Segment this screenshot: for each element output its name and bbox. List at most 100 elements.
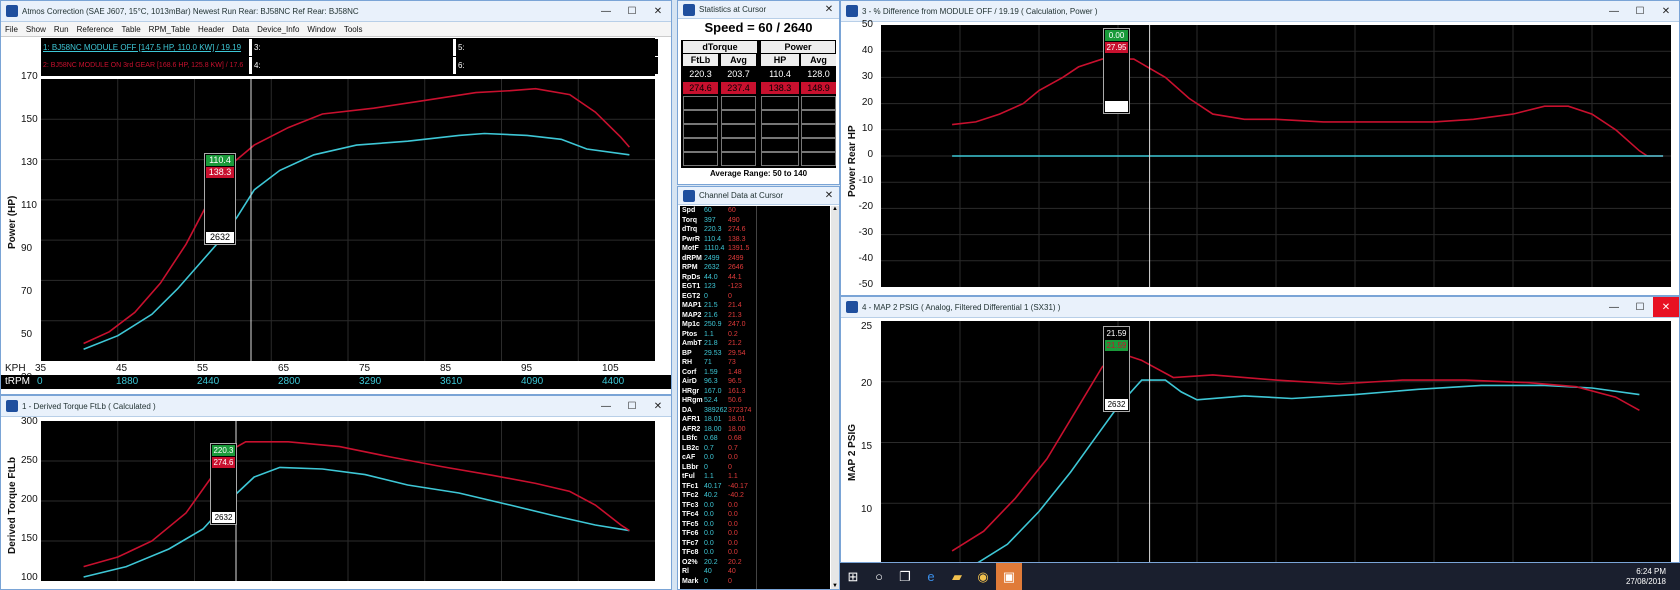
channel-data-titlebar[interactable]: Channel Data at Cursor ✕ [678,187,839,205]
channel-row[interactable]: MAP2 21.6 21.3 [680,311,830,320]
channel-row[interactable]: TFc8 0.0 0.0 [680,548,830,557]
difference-window-titlebar[interactable]: 3 - % Difference from MODULE OFF / 19.19… [841,1,1679,22]
channel-row[interactable]: EGT1 123 -123 [680,282,830,291]
legend-slot-6[interactable]: 6: [453,57,658,74]
channel-row[interactable]: PwrR 110.4 138.3 [680,235,830,244]
legend-slot-3[interactable]: 3: [249,39,450,56]
channel-row[interactable]: Mark 0 0 [680,577,830,586]
power-window-titlebar[interactable]: Atmos Correction (SAE J607, 15°C, 1013mB… [1,1,671,22]
menu-device-info[interactable]: Device_Info [257,25,299,34]
y-tick-label: 200 [21,494,38,505]
menu-data[interactable]: Data [232,25,249,34]
channel-row[interactable]: MAP1 21.5 21.4 [680,301,830,310]
channel-row[interactable]: TFc2 40.2 -40.2 [680,491,830,500]
close-button[interactable]: ✕ [1653,1,1679,21]
channel-row[interactable]: AFR2 18.00 18.00 [680,425,830,434]
channel-row[interactable]: HRgr 167.0 161.3 [680,387,830,396]
menu-window[interactable]: Window [307,25,335,34]
dyno-app-icon[interactable]: ▣ [996,563,1022,590]
power-plot[interactable] [41,79,655,361]
minimize-button[interactable]: — [593,1,619,21]
channel-row[interactable]: Ptos 1.1 0.2 [680,330,830,339]
channel-row[interactable]: EGT2 0 0 [680,292,830,301]
channel-row[interactable]: TFc7 0.0 0.0 [680,539,830,548]
close-button[interactable]: ✕ [645,396,671,416]
map2-plot[interactable] [881,321,1671,562]
difference-cursor-readout[interactable]: 0.00 27.95 [1103,28,1130,114]
channel-row[interactable]: DA 389262 372374 [680,406,830,415]
channel-value-run-1: 389262 [704,406,728,414]
menu-table[interactable]: Table [122,25,141,34]
legend-run-2[interactable]: 2: BJ58NC MODULE ON 3rd GEAR [168.6 HP, … [43,57,243,74]
legend-slot-4[interactable]: 4: [249,57,450,74]
close-button[interactable]: ✕ [1653,297,1679,317]
channel-row[interactable]: TFc1 40.17 -40.17 [680,482,830,491]
channel-row[interactable]: TFc3 0.0 0.0 [680,501,830,510]
minimize-button[interactable]: — [593,396,619,416]
torque-cursor-readout[interactable]: 220.3 274.6 2632 [210,443,237,525]
close-button[interactable]: ✕ [645,1,671,21]
close-button[interactable]: ✕ [819,187,839,204]
edge-browser-icon[interactable]: e [918,563,944,590]
menu-tools[interactable]: Tools [344,25,363,34]
difference-plot[interactable] [881,25,1671,287]
channel-row[interactable]: LBbr 0 0 [680,463,830,472]
channel-row[interactable]: LB2c 0.7 0.7 [680,444,830,453]
channel-row[interactable]: Rl 40 40 [680,567,830,576]
channel-row[interactable]: dTrq 220.3 274.6 [680,225,830,234]
task-view-icon[interactable]: ❐ [892,563,918,590]
scrollbar-up-arrow-icon[interactable]: ▲ [831,206,839,212]
power-cursor-readout[interactable]: 110.4 138.3 2632 [204,153,236,245]
start-windows-icon[interactable]: ⊞ [840,563,866,590]
maximize-button[interactable]: ☐ [1627,297,1653,317]
chrome-icon[interactable]: ◉ [970,563,996,590]
channel-row[interactable]: RH 71 73 [680,358,830,367]
torque-plot[interactable] [41,421,655,581]
scrollbar-down-arrow-icon[interactable]: ▼ [831,583,839,589]
menu-file[interactable]: File [5,25,18,34]
close-button[interactable]: ✕ [819,1,839,18]
vertical-scrollbar[interactable]: ▲ ▼ [831,206,839,589]
file-explorer-icon[interactable]: ▰ [944,563,970,590]
maximize-button[interactable]: ☐ [1627,1,1653,21]
channel-row[interactable]: TFc6 0.0 0.0 [680,529,830,538]
menu-run[interactable]: Run [54,25,69,34]
channel-row[interactable]: Spd 60 60 [680,206,830,215]
channel-row[interactable]: AmbT 21.8 21.2 [680,339,830,348]
menu-header[interactable]: Header [198,25,224,34]
channel-row[interactable]: MotF 1110.4 1391.5 [680,244,830,253]
channel-row[interactable]: RpDs 44.0 44.1 [680,273,830,282]
channel-row[interactable]: LBfc 0.68 0.68 [680,434,830,443]
channel-row[interactable]: dRPM 2499 2499 [680,254,830,263]
channel-row[interactable]: TFc5 0.0 0.0 [680,520,830,529]
channel-row[interactable]: RPM 2632 2646 [680,263,830,272]
channel-row[interactable]: cAF 0.0 0.0 [680,453,830,462]
minimize-button[interactable]: — [1601,1,1627,21]
channel-row[interactable]: Mp1c 250.9 247.0 [680,320,830,329]
channel-row[interactable]: Corf 1.59 1.48 [680,368,830,377]
maximize-button[interactable]: ☐ [619,396,645,416]
statistics-window-titlebar[interactable]: Statistics at Cursor ✕ [678,1,839,19]
channel-row[interactable]: HRgm 52.4 50.6 [680,396,830,405]
channel-name: MotF [682,245,699,252]
channel-row[interactable]: tFul 1.1 1.1 [680,472,830,481]
channel-row[interactable]: BP 29.53 29.54 [680,349,830,358]
map2-window-titlebar[interactable]: 4 - MAP 2 PSIG ( Analog, Filtered Differ… [841,297,1679,318]
menu-reference[interactable]: Reference [77,25,114,34]
channel-row[interactable]: TFc4 0.0 0.0 [680,510,830,519]
menu-show[interactable]: Show [26,25,46,34]
legend-run-1[interactable]: 1: BJ58NC MODULE OFF [147.5 HP, 110.0 KW… [43,39,243,56]
channel-row[interactable]: Torq 397 490 [680,216,830,225]
channel-value-run-1: 1.59 [704,368,718,376]
channel-row[interactable]: O2% 20.2 20.2 [680,558,830,567]
legend-slot-5[interactable]: 5: [453,39,658,56]
channel-row[interactable]: AirD 96.3 96.5 [680,377,830,386]
menu-rpm-table[interactable]: RPM_Table [149,25,190,34]
map2-cursor-readout[interactable]: 21.59 21.59 2632 [1103,326,1130,412]
channel-value-run-2: 73 [728,359,736,366]
maximize-button[interactable]: ☐ [619,1,645,21]
torque-window-titlebar[interactable]: 1 - Derived Torque FtLb ( Calculated ) —… [1,396,671,417]
channel-row[interactable]: AFR1 18.01 18.01 [680,415,830,424]
search-icon[interactable]: ○ [866,563,892,590]
minimize-button[interactable]: — [1601,297,1627,317]
